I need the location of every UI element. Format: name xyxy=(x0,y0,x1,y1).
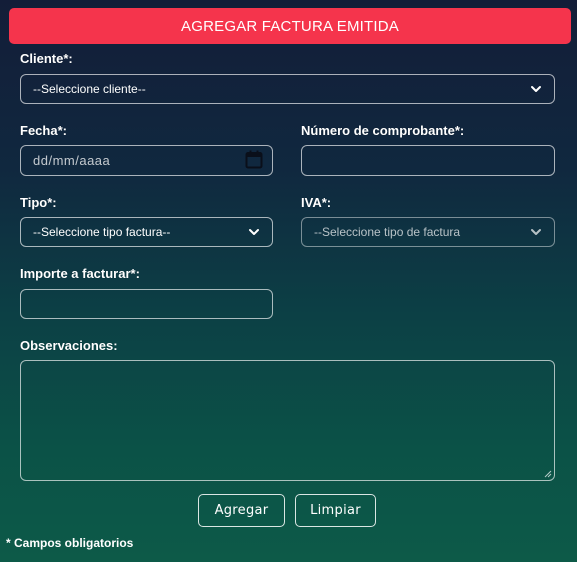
fecha-label: Fecha*: xyxy=(20,123,67,138)
numero-comprobante-input[interactable] xyxy=(301,145,555,176)
importe-input[interactable] xyxy=(20,289,273,319)
agregar-button[interactable]: Agregar xyxy=(198,494,285,527)
observaciones-textarea[interactable] xyxy=(20,360,555,481)
resize-handle-icon[interactable] xyxy=(543,469,552,478)
chevron-down-icon xyxy=(531,229,541,235)
page-header: AGREGAR FACTURA EMITIDA xyxy=(9,8,571,44)
tipo-label: Tipo*: xyxy=(20,195,57,210)
numero-comprobante-label: Número de comprobante*: xyxy=(301,123,465,138)
iva-label: IVA*: xyxy=(301,195,332,210)
tipo-select-value: --Seleccione tipo factura-- xyxy=(33,225,171,239)
iva-select[interactable]: --Seleccione tipo de factura xyxy=(301,217,555,247)
importe-label: Importe a facturar*: xyxy=(20,266,140,281)
observaciones-label: Observaciones: xyxy=(20,338,118,353)
limpiar-button[interactable]: Limpiar xyxy=(295,494,376,527)
chevron-down-icon xyxy=(531,86,541,92)
cliente-select-value: --Seleccione cliente-- xyxy=(33,82,146,96)
cliente-label: Cliente*: xyxy=(20,51,73,66)
required-fields-note: * Campos obligatorios xyxy=(6,536,134,550)
cliente-select[interactable]: --Seleccione cliente-- xyxy=(20,74,555,104)
page-title: AGREGAR FACTURA EMITIDA xyxy=(181,17,399,35)
fecha-input[interactable] xyxy=(20,145,273,176)
chevron-down-icon xyxy=(249,229,259,235)
iva-select-value: --Seleccione tipo de factura xyxy=(314,225,461,239)
calendar-icon[interactable] xyxy=(245,150,263,169)
tipo-select[interactable]: --Seleccione tipo factura-- xyxy=(20,217,273,247)
